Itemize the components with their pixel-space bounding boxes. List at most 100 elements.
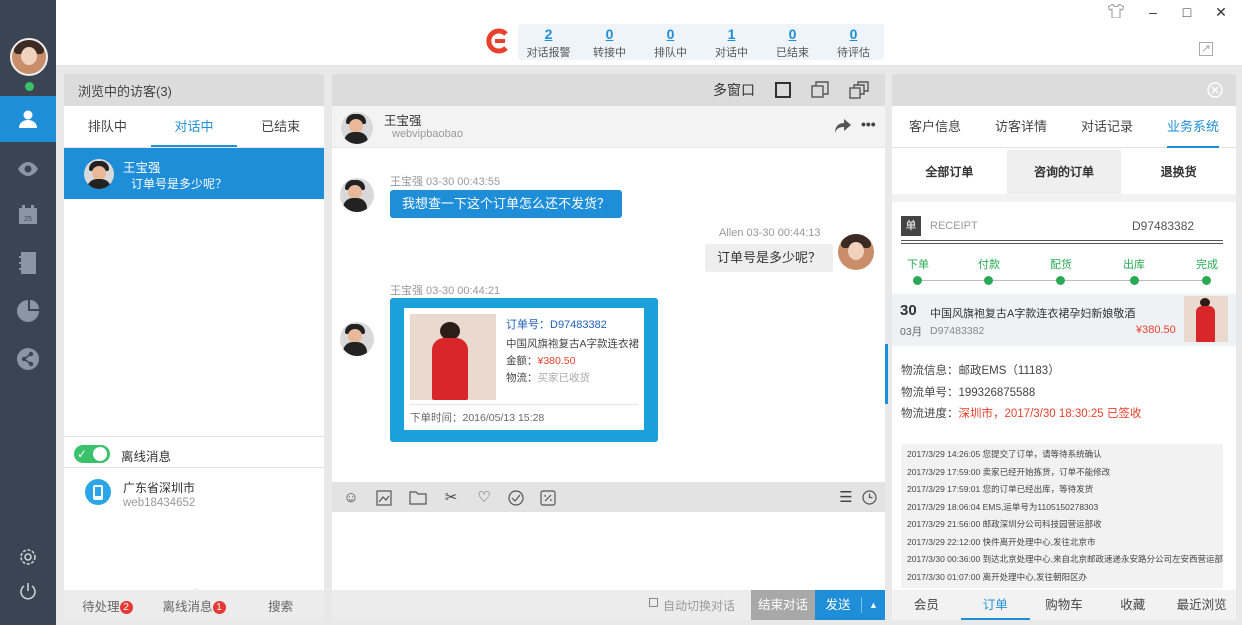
card-logistics-value: 买家已收货 (537, 372, 591, 384)
order-title: 中国风旗袍复古A字款连衣裙孕妇新娘敬酒 (930, 308, 1136, 320)
order-card-message[interactable]: 订单号：D97483382 中国风旗袍复古A字款连衣裙 金额：¥380.50 物… (390, 298, 658, 442)
tab-favorites[interactable]: 收藏 (1098, 590, 1167, 620)
screenshot-icon[interactable] (376, 490, 392, 506)
receipt-badge: 单 (901, 216, 921, 236)
divider (901, 240, 1223, 241)
list-icon[interactable]: ☰ (837, 489, 855, 507)
offline-visitor-location: 广东省深圳市 (123, 481, 196, 495)
notes-nav-button[interactable] (0, 240, 56, 286)
tab-chat-records[interactable]: 对话记录 (1064, 106, 1150, 147)
scissors-icon[interactable]: ✂ (442, 489, 460, 507)
link-icon[interactable] (540, 490, 556, 506)
subtab-returns[interactable]: 退换货 (1121, 150, 1236, 194)
forward-icon[interactable] (835, 119, 851, 133)
logout-button[interactable] (0, 568, 56, 614)
brand-logo-icon (486, 28, 508, 54)
maximize-button[interactable]: □ (1175, 4, 1199, 20)
visitor-bottom-tabs: 待处理 2 离线消息 1 搜索 (64, 587, 324, 620)
tab-member[interactable]: 会员 (892, 590, 961, 620)
share-nav-button[interactable] (0, 336, 56, 382)
send-options-caret-icon[interactable]: ▲ (862, 590, 885, 620)
end-chat-button[interactable]: 结束对话 (751, 590, 815, 620)
tab-queued[interactable]: 排队中 (64, 106, 151, 147)
multi-window-label[interactable]: 多窗口 (713, 80, 755, 100)
message-input[interactable] (332, 512, 885, 590)
offline-count-badge: 1 (212, 600, 226, 614)
info-tabs: 客户信息 访客详情 对话记录 业务系统 (892, 106, 1236, 148)
export-icon[interactable] (1199, 42, 1213, 56)
order-row[interactable]: 30 03月 中国风旗袍复古A字款连衣裙孕妇新娘敬酒 D97483382 ¥38… (892, 294, 1236, 346)
log-entry: 2017/3/29 22:12:00 快件离开处理中心,发往北京市 (907, 536, 1096, 547)
step-label: 配货 (1050, 259, 1072, 271)
message-meta: 王宝强 03-30 00:43:55 (390, 176, 501, 188)
tab-offline-label: 离线消息 (162, 599, 213, 614)
active-visitor-item[interactable]: 王宝强 订单号是多少呢？ (64, 148, 324, 199)
minimize-button[interactable]: – (1141, 4, 1165, 20)
monitor-nav-button[interactable] (0, 146, 56, 192)
favorite-heart-icon[interactable]: ♡ (475, 489, 493, 507)
close-window-button[interactable]: ✕ (1209, 4, 1233, 20)
stats-nav-button[interactable] (0, 288, 56, 334)
log-entry: 2017/3/29 18:06:04 EMS,运单号为1105150278303 (907, 501, 1099, 512)
tab-orders[interactable]: 订单 (960, 590, 1030, 620)
logistics-log: 2017/3/29 14:26:05 您提交了订单，请等待系统确认 2017/3… (901, 444, 1223, 588)
tab-recent-browsing[interactable]: 最近浏览 (1167, 590, 1236, 620)
send-button-group: 发送 ▲ (815, 590, 885, 620)
chat-action-bar: 自动切换对话 结束对话 发送 ▲ (332, 590, 885, 620)
emoji-icon[interactable]: ☺ (342, 489, 360, 507)
agent-avatar[interactable] (10, 38, 48, 76)
tab-cart[interactable]: 购物车 (1030, 590, 1099, 620)
auto-switch-label: 自动切换对话 (663, 599, 736, 613)
step-label: 付款 (978, 259, 1000, 271)
order-month: 03月 (900, 326, 923, 338)
stat-alarm[interactable]: 2 对话报警 (518, 24, 579, 60)
skin-shirt-icon[interactable] (1108, 4, 1124, 18)
subtab-all-orders[interactable]: 全部订单 (892, 150, 1007, 194)
dual-window-icon[interactable] (811, 81, 829, 99)
auto-switch-checkbox[interactable] (649, 598, 658, 607)
chat-panel-header: 多窗口 (332, 74, 885, 106)
order-price: ¥380.50 (1136, 324, 1176, 336)
stat-chatting[interactable]: 1 对话中 (701, 24, 762, 60)
visitor-panel: 浏览中的访客(3) 排队中 对话中 已结束 王宝强 订单号是多少呢？ ✓ 离线消… (64, 74, 324, 620)
product-image (410, 314, 496, 400)
stat-transferring[interactable]: 0 转接中 (579, 24, 640, 60)
log-entry: 2017/3/29 17:59:00 卖家已经开始拣货，订单不能修改 (907, 466, 1111, 477)
tab-pending[interactable]: 待处理 2 (64, 596, 151, 615)
tab-business-system[interactable]: 业务系统 (1150, 106, 1236, 148)
offline-toggle[interactable]: ✓ (74, 445, 110, 463)
folder-icon[interactable] (409, 491, 427, 505)
triple-window-icon[interactable] (849, 81, 869, 99)
tab-visitor-details[interactable]: 访客详情 (978, 106, 1064, 147)
order-day: 30 (900, 302, 917, 319)
visitors-nav-button[interactable] (0, 96, 56, 142)
step-label: 下单 (907, 259, 929, 271)
stat-pending-rating[interactable]: 0 待评估 (823, 24, 884, 60)
calendar-nav-button[interactable]: 25 (0, 192, 56, 238)
input-toolbar: ☺ ✂ ♡ ☰ (332, 482, 885, 512)
stat-ended[interactable]: 0 已结束 (762, 24, 823, 60)
contact-name: 王宝强 (384, 114, 422, 128)
more-options-icon[interactable]: ••• (861, 116, 876, 132)
tab-chatting[interactable]: 对话中 (150, 106, 238, 147)
step-dot (1130, 276, 1139, 285)
offline-visitor-item[interactable]: 广东省深圳市 web18434652 (64, 470, 324, 518)
send-button[interactable]: 发送 (815, 590, 861, 620)
svg-text:25: 25 (24, 216, 32, 223)
stat-queued[interactable]: 0 排队中 (640, 24, 701, 60)
close-panel-icon[interactable] (1207, 82, 1223, 98)
step-label: 出库 (1123, 259, 1145, 271)
tab-customer-info[interactable]: 客户信息 (892, 106, 978, 147)
tab-ended[interactable]: 已结束 (237, 106, 324, 147)
splitter-handle[interactable] (885, 344, 888, 404)
info-bottom-tabs: 会员 订单 购物车 收藏 最近浏览 (892, 590, 1236, 620)
tab-offline-messages[interactable]: 离线消息 1 (151, 587, 238, 615)
tab-search[interactable]: 搜索 (237, 596, 324, 615)
single-window-icon[interactable] (775, 82, 791, 98)
subtab-consulted-orders[interactable]: 咨询的订单 (1006, 150, 1122, 194)
history-clock-icon[interactable] (862, 490, 877, 505)
tab-customer-info-label: 客户信息 (908, 119, 961, 134)
power-icon (20, 583, 36, 600)
step-dot (913, 276, 922, 285)
quick-reply-icon[interactable] (508, 490, 524, 506)
